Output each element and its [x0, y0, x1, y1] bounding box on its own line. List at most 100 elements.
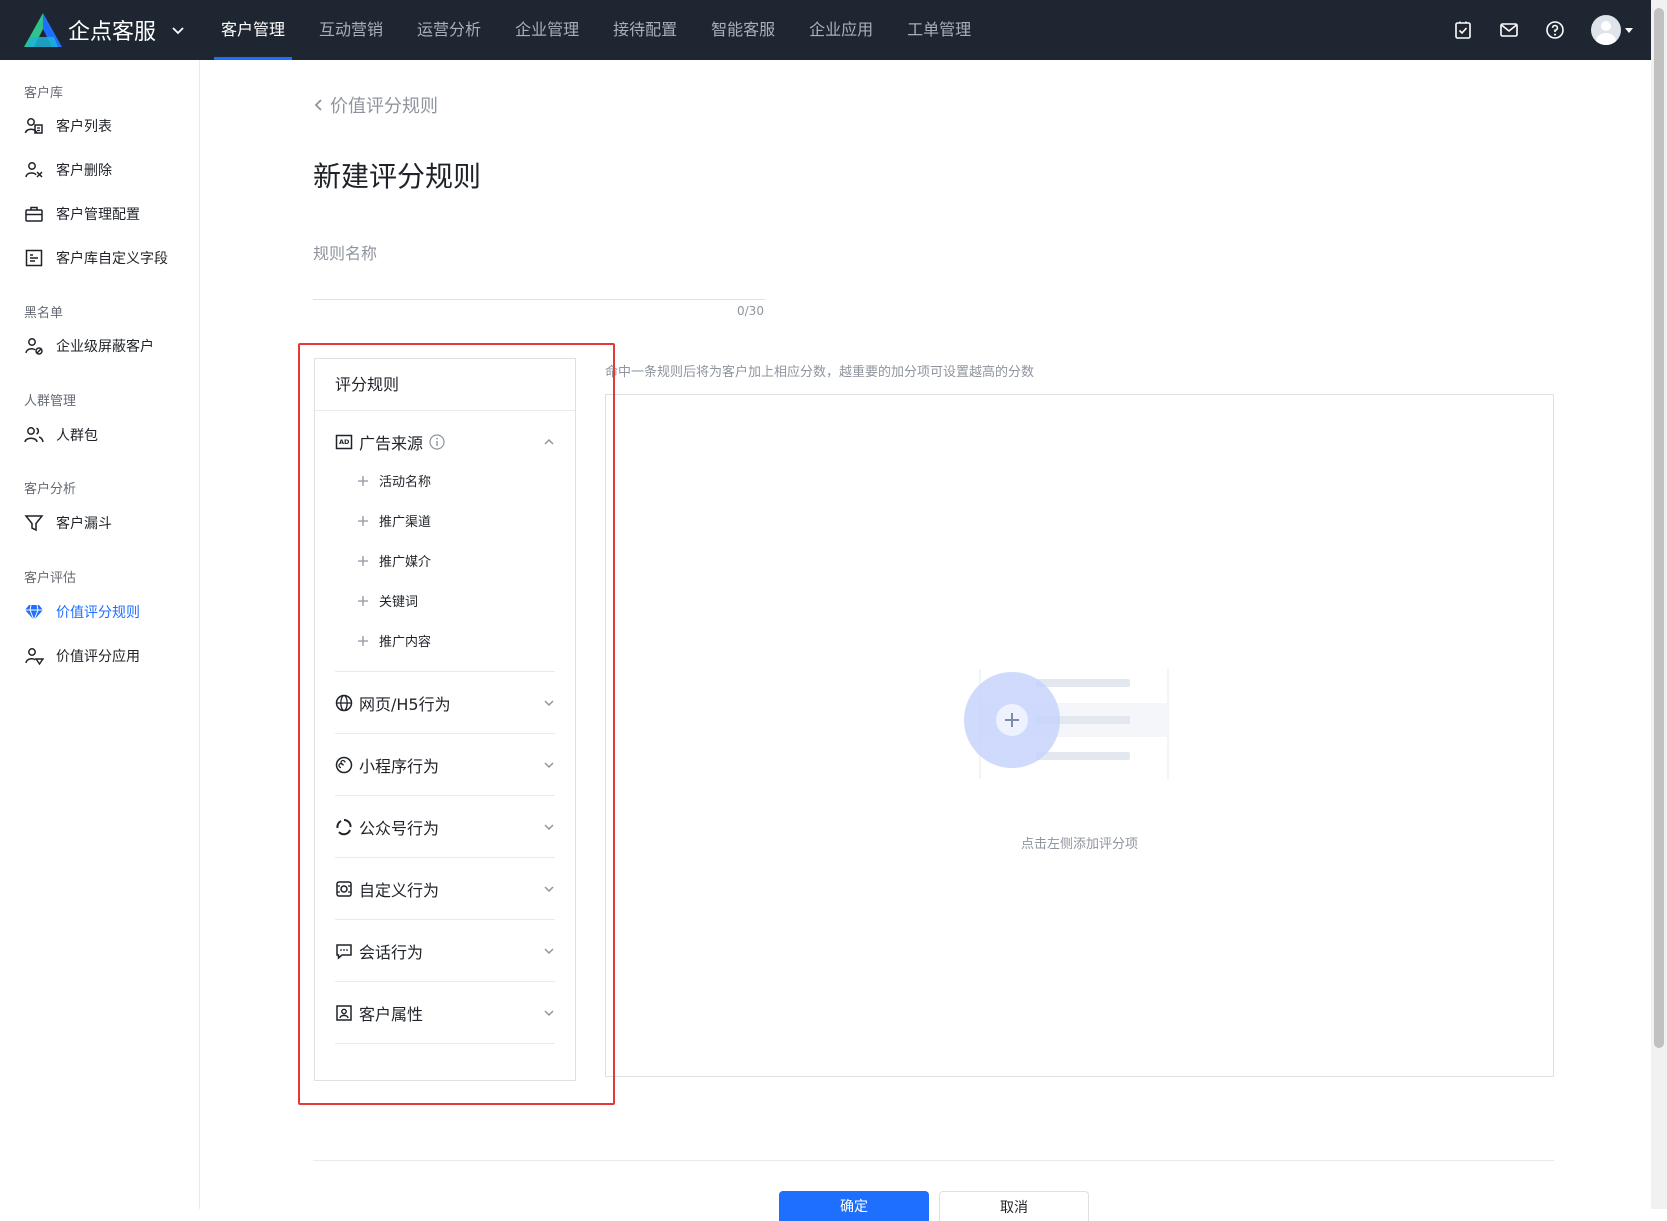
rule-name-input[interactable] [313, 268, 765, 300]
chevron-down-icon[interactable] [543, 1007, 555, 1019]
cancel-button[interactable]: 取消 [939, 1191, 1089, 1221]
customer-list-icon [24, 118, 43, 134]
nav-item-customer-management[interactable]: 客户管理 [204, 0, 302, 60]
brand-name: 企点客服 [68, 20, 157, 45]
chevron-left-icon [314, 99, 322, 111]
nav-item-reception-config[interactable]: 接待配置 [596, 0, 694, 60]
brand-logo-icon [24, 13, 62, 47]
score-items-canvas: 点击左侧添加评分项 [605, 394, 1554, 1077]
nav-item-smart-service[interactable]: 智能客服 [694, 0, 792, 60]
avatar[interactable] [1591, 15, 1621, 45]
user-block-icon [25, 338, 43, 355]
rule-subitem-promo-content[interactable]: 推广内容 [357, 631, 431, 650]
mini-program-icon [335, 756, 353, 773]
rule-category-label: 自定义行为 [359, 880, 440, 900]
score-rule-panel-title: 评分规则 [315, 359, 575, 411]
chevron-down-icon[interactable] [543, 759, 555, 771]
rule-category-mini-program[interactable]: 小程序行为 [335, 734, 555, 796]
rule-category-label: 小程序行为 [359, 756, 440, 776]
chat-icon [336, 943, 352, 960]
sidebar-item-crowd-pack[interactable]: 人群包 [24, 425, 98, 445]
empty-state-text: 点击左侧添加评分项 [1020, 837, 1138, 852]
user-score-icon [25, 648, 44, 666]
page-title: 新建评分规则 [313, 160, 482, 193]
sidebar-item-blocked-customers[interactable]: 企业级屏蔽客户 [24, 336, 154, 356]
score-rule-panel: 评分规则 AD 广告来源 活动名称 推广渠道 推广媒介 关键词 推广内容 网页/… [314, 358, 576, 1081]
chevron-down-icon[interactable] [543, 821, 555, 833]
rule-subitem-promo-medium[interactable]: 推广媒介 [357, 551, 431, 570]
rule-category-label: 会话行为 [359, 942, 424, 962]
rule-category-customer-attr[interactable]: 客户属性 [335, 982, 555, 1044]
diamond-icon [25, 604, 43, 622]
rule-subitem-keyword[interactable]: 关键词 [357, 591, 418, 610]
chevron-down-icon[interactable] [170, 22, 186, 38]
sidebar-item-customer-list[interactable]: 客户列表 [24, 116, 112, 136]
official-account-icon [336, 818, 352, 835]
caret-down-icon [1625, 27, 1633, 33]
chevron-down-icon[interactable] [543, 945, 555, 957]
custom-behavior-icon [336, 880, 352, 897]
scrollbar-thumb[interactable] [1654, 8, 1664, 1048]
rule-subitem-promo-channel[interactable]: 推广渠道 [357, 511, 431, 530]
sidebar-item-custom-fields[interactable]: 客户库自定义字段 [24, 248, 168, 268]
rule-name-label: 规则名称 [313, 244, 378, 263]
back-label: 价值评分规则 [330, 96, 438, 117]
plus-icon [358, 635, 368, 646]
main-nav: 客户管理 互动营销 运营分析 企业管理 接待配置 智能客服 企业应用 工单管理 [204, 0, 988, 60]
footer-divider [313, 1160, 1554, 1161]
funnel-icon [24, 515, 44, 532]
sidebar-item-label: 价值评分应用 [56, 649, 140, 665]
page-scrollbar[interactable] [1651, 0, 1667, 1209]
rule-category-official-account[interactable]: 公众号行为 [335, 796, 555, 858]
nav-item-enterprise-apps[interactable]: 企业应用 [792, 0, 890, 60]
rule-subitem-label: 推广媒介 [379, 555, 432, 570]
chevron-down-icon[interactable] [543, 883, 555, 895]
sidebar-item-customer-config[interactable]: 客户管理配置 [24, 204, 140, 224]
chevron-up-icon[interactable] [543, 436, 555, 448]
help-icon[interactable] [1545, 20, 1565, 40]
rule-category-label: 客户属性 [359, 1004, 424, 1024]
sidebar-item-label: 价值评分规则 [56, 605, 140, 621]
rule-category-web-h5[interactable]: 网页/H5行为 [335, 672, 555, 734]
sidebar-item-customer-delete[interactable]: 客户删除 [24, 160, 112, 180]
user-menu[interactable] [1591, 15, 1633, 45]
mail-icon[interactable] [1499, 20, 1519, 40]
back-link[interactable]: 价值评分规则 [312, 92, 438, 118]
svg-text:AD: AD [339, 438, 350, 446]
nav-item-interactive-marketing[interactable]: 互动营销 [302, 0, 400, 60]
info-icon[interactable] [429, 434, 445, 450]
customer-attr-icon [336, 1004, 352, 1021]
nav-item-enterprise-management[interactable]: 企业管理 [498, 0, 596, 60]
users-group-icon [24, 427, 44, 443]
sidebar-item-label: 客户库自定义字段 [56, 251, 168, 267]
plus-icon [358, 555, 368, 566]
rule-category-chat-behavior[interactable]: 会话行为 [335, 920, 555, 982]
sidebar-item-value-score-rules[interactable]: 价值评分规则 [24, 602, 140, 622]
chevron-down-icon[interactable] [543, 697, 555, 709]
top-navigation-bar: 企点客服 客户管理 互动营销 运营分析 企业管理 接待配置 智能客服 企业应用 … [0, 0, 1667, 60]
confirm-button[interactable]: 确定 [779, 1191, 929, 1221]
user-remove-icon [25, 162, 43, 178]
rule-subitem-label: 推广渠道 [379, 515, 432, 530]
top-right-tools [1453, 0, 1633, 60]
sidebar-group-label: 客户分析 [24, 482, 77, 497]
rule-subitem-label: 活动名称 [379, 475, 432, 490]
nav-item-operation-analysis[interactable]: 运营分析 [400, 0, 498, 60]
rule-subitem-label: 关键词 [379, 595, 419, 610]
plus-icon [358, 515, 368, 526]
sidebar-group-label: 人群管理 [24, 394, 77, 409]
rule-subitem-activity-name[interactable]: 活动名称 [357, 471, 431, 490]
rule-category-custom-behavior[interactable]: 自定义行为 [335, 858, 555, 920]
sidebar-item-value-score-apply[interactable]: 价值评分应用 [24, 646, 140, 666]
task-check-icon[interactable] [1453, 20, 1473, 40]
sidebar-item-label: 客户漏斗 [56, 516, 112, 532]
rule-category-label: 广告来源 [359, 434, 424, 453]
rule-category-ad-source[interactable]: AD 广告来源 [335, 411, 555, 473]
nav-item-ticket-management[interactable]: 工单管理 [890, 0, 988, 60]
sidebar-item-customer-funnel[interactable]: 客户漏斗 [24, 513, 112, 533]
sidebar-item-label: 客户删除 [56, 163, 112, 179]
brand[interactable]: 企点客服 [24, 0, 186, 60]
sidebar-item-label: 人群包 [56, 428, 98, 444]
sidebar-item-label: 客户管理配置 [56, 207, 140, 223]
rule-name-counter: 0/30 [737, 304, 764, 318]
